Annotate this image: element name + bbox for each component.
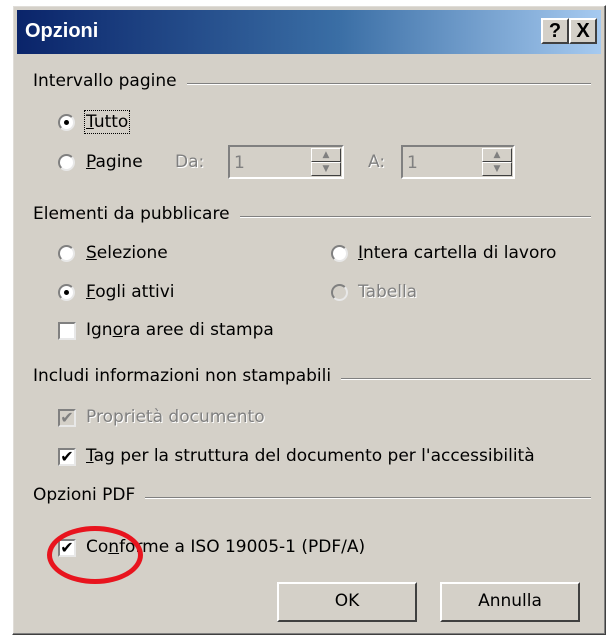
to-spin-up-icon[interactable]: ▲ bbox=[482, 148, 512, 162]
checkbox-document-properties-label: Proprietà documento bbox=[86, 407, 265, 427]
title-bar[interactable]: Opzioni ? X bbox=[17, 10, 601, 54]
cancel-button[interactable]: Annulla bbox=[440, 582, 580, 622]
radio-active-sheets[interactable] bbox=[58, 284, 75, 301]
radio-entire-workbook-label[interactable]: Intera cartella di lavoro bbox=[358, 243, 556, 263]
close-button[interactable]: X bbox=[569, 18, 597, 44]
pdf-options-group-label: Opzioni PDF bbox=[33, 485, 146, 505]
to-spin-buttons: ▲ ▼ bbox=[482, 148, 512, 176]
iso-label-b: forme a ISO 19005-1 (PDF/A) bbox=[119, 537, 366, 557]
radio-all-pages[interactable] bbox=[58, 114, 75, 131]
workbook-label-text: ntera cartella di lavoro bbox=[363, 243, 557, 263]
from-label: Da: bbox=[175, 152, 205, 172]
radio-entire-workbook[interactable] bbox=[331, 245, 348, 262]
radio-table bbox=[331, 284, 348, 301]
document-properties-check-icon: ✔ bbox=[60, 408, 74, 427]
radio-selection[interactable] bbox=[58, 245, 75, 262]
radio-all-pages-label[interactable]: Tutto bbox=[83, 110, 131, 134]
from-spin-buttons: ▲ ▼ bbox=[311, 148, 341, 176]
pages-label-text: agine bbox=[95, 152, 143, 172]
from-spin-up-icon[interactable]: ▲ bbox=[311, 148, 341, 162]
checkbox-ignore-print-areas[interactable] bbox=[58, 322, 76, 340]
ignore-label-a: Ign bbox=[86, 320, 113, 340]
non-printable-group-label: Includi informazioni non stampabili bbox=[33, 366, 342, 386]
red-circle-annotation bbox=[47, 526, 143, 584]
from-spin-down-icon[interactable]: ▼ bbox=[311, 162, 341, 176]
ok-button[interactable]: OK bbox=[277, 582, 417, 622]
publish-group-label: Elementi da pubblicare bbox=[33, 204, 240, 224]
radio-page-range[interactable] bbox=[58, 154, 75, 171]
all-label-text: utto bbox=[93, 112, 129, 132]
radio-page-range-label[interactable]: Pagine bbox=[86, 152, 143, 172]
options-dialog: Opzioni ? X Intervallo pagine Tutto Pagi… bbox=[12, 5, 606, 635]
radio-active-sheets-label[interactable]: Fogli attivi bbox=[86, 282, 175, 302]
window-title: Opzioni bbox=[25, 20, 99, 42]
to-spin-down-icon[interactable]: ▼ bbox=[482, 162, 512, 176]
from-page-spinner[interactable]: 1 ▲ ▼ bbox=[228, 145, 344, 179]
page-range-group-label: Intervallo pagine bbox=[33, 71, 187, 91]
accessibility-tags-check-icon: ✔ bbox=[60, 447, 74, 466]
checkbox-ignore-print-areas-label[interactable]: Ignora aree di stampa bbox=[86, 320, 274, 340]
checkbox-accessibility-tags[interactable]: ✔ bbox=[58, 448, 76, 466]
help-button[interactable]: ? bbox=[541, 18, 569, 44]
to-label: A: bbox=[368, 152, 386, 172]
to-page-value: 1 bbox=[407, 153, 418, 173]
radio-table-label: Tabella bbox=[358, 282, 418, 302]
tags-label-text: ag per la struttura del documento per l'… bbox=[93, 446, 535, 466]
checkbox-accessibility-tags-label[interactable]: Tag per la struttura del documento per l… bbox=[86, 446, 535, 466]
checkbox-document-properties: ✔ bbox=[58, 409, 76, 427]
sheets-label-text: ogli attivi bbox=[95, 282, 175, 302]
ignore-label-b: ra aree di stampa bbox=[123, 320, 274, 340]
to-page-spinner[interactable]: 1 ▲ ▼ bbox=[401, 145, 515, 179]
from-page-value: 1 bbox=[234, 153, 245, 173]
selection-label-text: elezione bbox=[96, 243, 168, 263]
radio-selection-label[interactable]: Selezione bbox=[86, 243, 168, 263]
